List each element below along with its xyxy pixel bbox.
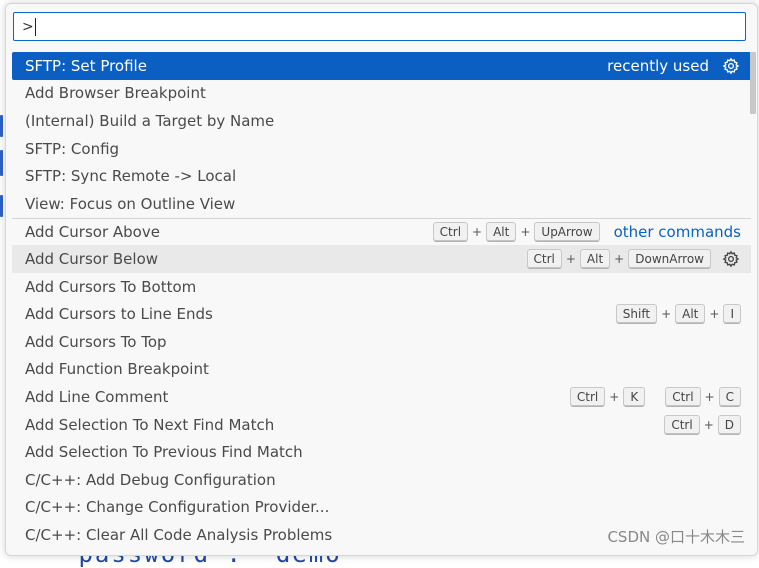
text-caret [34, 17, 36, 36]
command-item[interactable]: C/C++: Change Configuration Provider... [12, 494, 751, 522]
command-item-label: Add Selection To Next Find Match [25, 415, 275, 434]
recently-used-label: recently used [607, 56, 709, 75]
command-item[interactable]: (Internal) Build a Target by Name [12, 107, 751, 135]
command-item-label: Add Cursors To Bottom [25, 277, 197, 296]
command-input-value: > [22, 18, 34, 35]
keybinding-key: Ctrl [665, 386, 701, 407]
command-palette: > SFTP: Set Profile recently used Add Brow… [5, 3, 758, 556]
key-separator: + [472, 224, 483, 239]
command-item-meta: Ctrl + Alt + UpArrow other commands [432, 221, 741, 242]
command-item-label: View: Focus on Outline View [25, 194, 236, 213]
command-item-meta: Ctrl + K Ctrl + C [569, 386, 741, 407]
group-label: other commands [613, 222, 741, 241]
command-item[interactable]: Add Selection To Previous Find Match [12, 438, 751, 466]
command-item[interactable]: Add Function Breakpoint [12, 356, 751, 384]
watermark: CSDN @口十木木三 [607, 528, 745, 546]
gear-icon[interactable] [721, 56, 741, 76]
command-item[interactable]: Add Cursors To Bottom [12, 273, 751, 301]
editor-gutter-mark [0, 150, 3, 176]
keybinding-key: DownArrow [628, 248, 711, 269]
command-item-meta: Ctrl + Alt + DownArrow [526, 248, 742, 269]
editor-gutter-mark [0, 115, 3, 137]
command-item[interactable]: Add Selection To Next Find Match Ctrl + D [12, 411, 751, 439]
key-separator: + [614, 251, 625, 266]
editor-gutter-mark [0, 195, 3, 217]
key-separator: + [661, 307, 672, 322]
keybinding-key: D [717, 414, 741, 435]
command-item[interactable]: Add Cursors to Line Ends Shift + Alt + I [12, 300, 751, 328]
command-item-label: Add Selection To Previous Find Match [25, 443, 303, 462]
keybinding-key: Shift [615, 304, 658, 325]
keybinding-key: Ctrl [569, 386, 606, 407]
gear-icon[interactable] [721, 249, 741, 269]
command-item[interactable]: Add Browser Breakpoint [12, 80, 751, 108]
command-item-meta: Ctrl + D [664, 414, 741, 435]
key-separator: + [609, 389, 620, 404]
keybinding-key: Alt [579, 248, 611, 269]
command-input[interactable]: > [13, 12, 746, 41]
command-item-label: Add Cursors to Line Ends [25, 305, 213, 324]
command-item[interactable]: Add Cursor Above Ctrl + Alt + UpArrow other co… [12, 217, 751, 246]
keybinding-key: UpArrow [534, 221, 600, 242]
keybinding-key: C [718, 386, 741, 407]
key-separator: + [704, 389, 715, 404]
command-item[interactable]: SFTP: Set Profile recently used [12, 52, 751, 80]
command-item-label: Add Line Comment [25, 387, 169, 406]
command-item[interactable]: Add Cursors To Top [12, 328, 751, 356]
scrollbar-thumb[interactable] [750, 52, 756, 114]
key-separator: + [709, 307, 720, 322]
command-item[interactable]: C/C++: Add Debug Configuration [12, 466, 751, 494]
command-item-label: Add Cursors To Top [25, 332, 167, 351]
command-list: SFTP: Set Profile recently used Add Browse… [12, 52, 751, 549]
keybinding-key: Ctrl [526, 248, 562, 269]
command-item-label: (Internal) Build a Target by Name [25, 111, 275, 130]
keybinding-key: Ctrl [664, 414, 700, 435]
command-item[interactable]: View: Focus on Outline View [12, 190, 751, 218]
command-item[interactable]: Add Line Comment Ctrl + K Ctrl + C [12, 383, 751, 411]
command-item-meta: recently used [607, 56, 741, 76]
key-separator: + [703, 417, 714, 432]
command-item-label: C/C++: Add Debug Configuration [25, 470, 276, 489]
command-item-label: SFTP: Set Profile [25, 56, 147, 75]
command-item-label: C/C++: Change Configuration Provider... [25, 498, 330, 517]
command-item-label: Add Browser Breakpoint [25, 84, 206, 103]
command-item[interactable]: Add Cursor Below Ctrl + Alt + DownArrow [12, 245, 751, 273]
command-item[interactable]: SFTP: Sync Remote -> Local [12, 162, 751, 190]
key-separator: + [520, 224, 531, 239]
keybinding-key: Ctrl [432, 221, 469, 242]
command-item-label: Add Function Breakpoint [25, 360, 209, 379]
command-item-label: SFTP: Config [25, 139, 120, 158]
command-item-meta: Shift + Alt + I [615, 304, 741, 325]
key-separator: + [565, 251, 576, 266]
command-item[interactable]: SFTP: Config [12, 135, 751, 163]
keybinding-key: K [623, 386, 646, 407]
keybinding-key: Alt [486, 221, 517, 242]
keybinding-key: I [723, 304, 741, 325]
keybinding-key: Alt [675, 304, 706, 325]
command-item-label: Add Cursor Below [25, 249, 159, 268]
command-item-label: SFTP: Sync Remote -> Local [25, 167, 237, 186]
command-item-label: Add Cursor Above [25, 222, 160, 241]
